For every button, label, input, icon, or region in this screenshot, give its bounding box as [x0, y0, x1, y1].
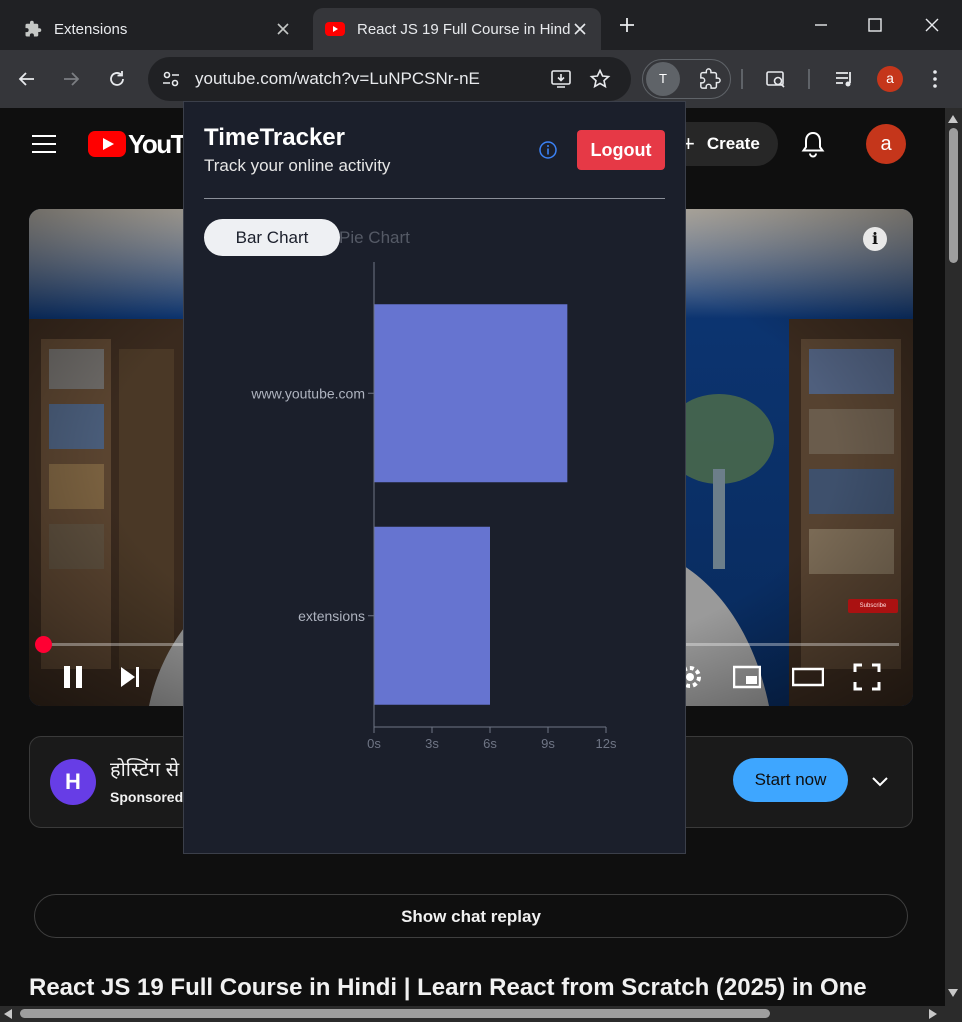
info-circle-icon[interactable] — [538, 140, 558, 160]
close-icon[interactable] — [571, 20, 589, 38]
extensions-pill: T — [642, 59, 731, 99]
extensions-puzzle-icon[interactable] — [699, 68, 721, 90]
x-tick-label: 0s — [367, 736, 381, 751]
close-icon[interactable] — [274, 20, 292, 38]
site-settings-icon[interactable] — [160, 68, 182, 90]
url-text: youtube.com/watch?v=LuNPCSNr-nE — [195, 69, 480, 88]
tab-title: Extensions — [54, 20, 128, 38]
popup-title: TimeTracker — [204, 124, 345, 151]
x-tick-label: 12s — [596, 736, 617, 751]
tab-pie-chart[interactable]: Pie Chart — [339, 219, 439, 256]
address-bar[interactable]: youtube.com/watch?v=LuNPCSNr-nE — [148, 57, 631, 101]
fullscreen-icon[interactable] — [853, 663, 881, 691]
minimize-icon[interactable] — [810, 14, 832, 36]
browser-toolbar: youtube.com/watch?v=LuNPCSNr-nE T a — [0, 50, 962, 108]
progress-scrubber[interactable] — [35, 636, 52, 653]
notifications-bell-icon[interactable] — [800, 130, 826, 158]
miniplayer-icon[interactable] — [733, 663, 761, 691]
show-chat-replay-button[interactable]: Show chat replay — [34, 894, 908, 938]
tab-extensions[interactable]: Extensions — [12, 8, 304, 50]
timetracker-popup: TimeTracker Track your online activity L… — [183, 101, 686, 854]
y-tick-label: www.youtube.com — [250, 385, 365, 401]
hostinger-logo: H — [50, 759, 96, 805]
logout-button[interactable]: Logout — [577, 130, 665, 170]
bar-extensions — [374, 526, 490, 705]
time-bar-chart: www.youtube.com extensions 0s 3s 6s 9s 12s — [250, 262, 617, 751]
back-arrow-icon[interactable] — [16, 68, 38, 90]
create-label: Create — [706, 134, 760, 153]
tab-bar-chart[interactable]: Bar Chart — [204, 219, 340, 256]
tab-youtube-video[interactable]: React JS 19 Full Course in Hindi | Learn… — [313, 8, 601, 50]
reload-icon[interactable] — [106, 68, 128, 90]
scroll-up-arrow-icon[interactable] — [948, 114, 958, 124]
pause-icon[interactable] — [59, 663, 87, 691]
x-tick-label: 6s — [483, 736, 497, 751]
browser-tab-strip: Extensions React JS 19 Full Course in Hi… — [0, 0, 962, 50]
bookmark-star-icon[interactable] — [589, 68, 611, 90]
ad-title: होस्टिंग से — [110, 759, 180, 781]
popup-divider — [204, 198, 665, 199]
scroll-left-arrow-icon[interactable] — [3, 1009, 13, 1019]
chevron-down-icon[interactable] — [870, 771, 890, 791]
vertical-scroll-thumb[interactable] — [949, 128, 958, 263]
scroll-right-arrow-icon[interactable] — [928, 1009, 938, 1019]
forward-arrow-icon[interactable] — [60, 68, 82, 90]
horizontal-scroll-thumb[interactable] — [20, 1009, 770, 1018]
close-window-icon[interactable] — [921, 14, 943, 36]
scroll-down-arrow-icon[interactable] — [948, 988, 958, 998]
youtube-favicon — [325, 22, 345, 36]
info-icon[interactable]: i — [863, 227, 887, 251]
tab-title: React JS 19 Full Course in Hindi | Learn… — [357, 20, 571, 38]
video-title: React JS 19 Full Course in Hindi | Learn… — [29, 974, 867, 1001]
vertical-scrollbar[interactable] — [945, 108, 962, 1006]
start-now-button[interactable]: Start now — [733, 758, 848, 802]
popup-subtitle: Track your online activity — [204, 156, 391, 175]
subscribe-watermark: Subscribe — [848, 599, 898, 613]
sponsored-label: Sponsored — [110, 789, 184, 805]
horizontal-scrollbar[interactable] — [0, 1006, 962, 1022]
x-tick-label: 9s — [541, 736, 555, 751]
install-app-icon[interactable] — [550, 68, 572, 90]
youtube-logo-icon — [88, 131, 126, 157]
next-icon[interactable] — [117, 663, 145, 691]
new-tab-plus-icon[interactable] — [616, 14, 638, 36]
bar-www-youtube-com — [374, 304, 568, 483]
profile-avatar[interactable]: a — [877, 66, 903, 92]
puzzle-icon — [24, 20, 42, 38]
hamburger-menu-icon[interactable] — [32, 134, 56, 154]
search-tabs-icon[interactable] — [765, 68, 787, 90]
timetracker-extension-icon[interactable]: T — [646, 62, 680, 96]
y-tick-label: extensions — [298, 608, 365, 624]
theater-mode-icon[interactable] — [792, 663, 824, 691]
toolbar-divider — [808, 69, 810, 89]
toolbar-divider — [741, 69, 743, 89]
x-tick-label: 3s — [425, 736, 439, 751]
more-menu-icon[interactable] — [924, 68, 946, 90]
maximize-icon[interactable] — [864, 14, 886, 36]
media-controls-icon[interactable] — [834, 68, 856, 90]
account-avatar[interactable]: a — [866, 124, 906, 164]
